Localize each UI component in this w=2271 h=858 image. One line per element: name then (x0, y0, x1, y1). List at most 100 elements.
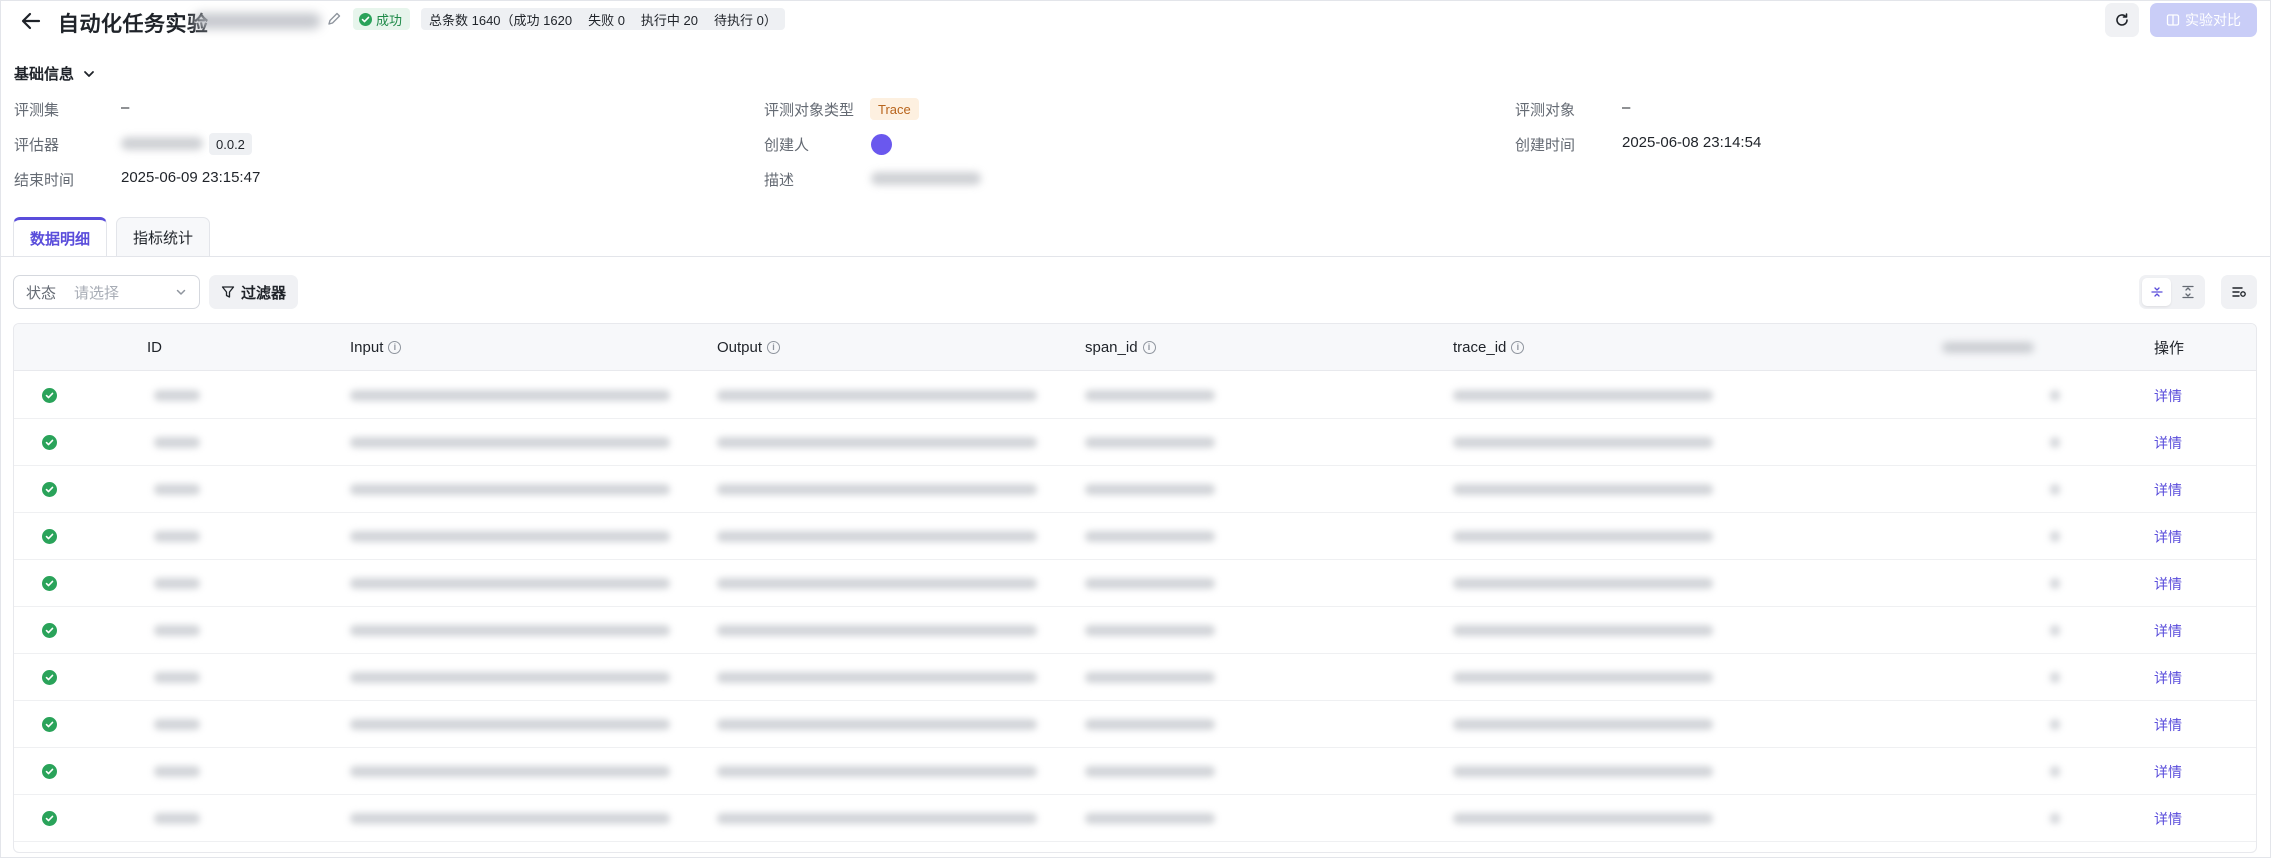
detail-link[interactable]: 详情 (2154, 762, 2182, 782)
table-row: 详情 (14, 372, 2256, 419)
detail-link[interactable]: 详情 (2154, 574, 2182, 594)
density-expand-icon (2181, 285, 2194, 299)
check-circle-icon (42, 670, 57, 685)
basic-info-toggle[interactable]: 基础信息 (14, 63, 96, 84)
table-row: 详情 (14, 466, 2256, 513)
detail-link[interactable]: 详情 (2154, 621, 2182, 641)
experiment-detail-page: 自动化任务实验 成功 总条数 1640（成功 1620 失败 0 执行中 20 … (0, 0, 2271, 858)
compare-icon (2166, 14, 2180, 26)
status-badge: 成功 (353, 8, 411, 30)
count-total: 总条数 1640（成功 1620 (429, 12, 573, 28)
info-icon[interactable]: i (388, 341, 402, 354)
info-icon[interactable]: i (1511, 341, 1525, 354)
redacted-id (154, 625, 200, 636)
check-circle-icon (42, 435, 57, 450)
redacted-value (2050, 390, 2060, 401)
table-row: 详情 (14, 607, 2256, 654)
redacted-input (350, 437, 670, 448)
compare-button[interactable]: 实验对比 (2150, 3, 2257, 37)
status-text: 成功 (376, 12, 403, 28)
detail-link[interactable]: 详情 (2154, 433, 2182, 453)
detail-link[interactable]: 详情 (2154, 527, 2182, 547)
dataset-label: 评测集 (14, 102, 60, 119)
redacted-input (350, 813, 670, 824)
status-select-placeholder: 请选择 (74, 284, 120, 302)
filter-button[interactable]: 过滤器 (209, 275, 299, 309)
tab-bar: 数据明细 指标统计 (13, 217, 211, 257)
redacted-value (2050, 672, 2060, 683)
status-select-label: 状态 (26, 284, 57, 302)
status-select[interactable]: 状态 请选择 (13, 275, 200, 309)
redacted-span-id (1085, 625, 1215, 636)
detail-link[interactable]: 详情 (2154, 668, 2182, 688)
density-toggle (2139, 275, 2205, 309)
detail-link[interactable]: 详情 (2154, 386, 2182, 406)
target-type-label: 评测对象类型 (764, 102, 855, 119)
edit-pencil-icon (328, 12, 341, 25)
redacted-value (2050, 437, 2060, 448)
check-circle-icon (42, 717, 57, 732)
redacted-span-id (1085, 578, 1215, 589)
check-circle-icon (42, 482, 57, 497)
detail-link[interactable]: 详情 (2154, 715, 2182, 735)
density-expand-button[interactable] (2173, 278, 2202, 306)
count-pending: 待执行 0） (714, 12, 777, 28)
refresh-button[interactable] (2105, 3, 2139, 37)
info-icon[interactable]: i (1142, 341, 1156, 354)
redacted-output (717, 484, 1037, 495)
back-arrow-icon (21, 12, 41, 30)
redacted-description (871, 172, 981, 185)
redacted-id (154, 484, 200, 495)
description-label: 描述 (764, 172, 795, 189)
density-compact-button[interactable] (2142, 278, 2171, 306)
redacted-input (350, 484, 670, 495)
table-row: 详情 (14, 701, 2256, 748)
redacted-trace-id (1453, 390, 1713, 401)
redacted-span-id (1085, 484, 1215, 495)
redacted-output (717, 578, 1037, 589)
redacted-id (154, 531, 200, 542)
column-settings-icon (2232, 287, 2246, 297)
filter-button-label: 过滤器 (241, 284, 287, 302)
evaluator-version-tag: 0.0.2 (209, 133, 252, 155)
redacted-value (2050, 625, 2060, 636)
redacted-value (2050, 484, 2060, 495)
refresh-icon (2116, 13, 2128, 26)
column-header-trace-id: trace_id i (1453, 324, 1525, 371)
check-circle-icon (42, 388, 57, 403)
chevron-down-icon (84, 70, 94, 77)
tab-metrics[interactable]: 指标统计 (116, 217, 211, 257)
redacted-output (717, 813, 1037, 824)
back-button[interactable] (18, 8, 44, 34)
redacted-value (2050, 531, 2060, 542)
redacted-trace-id (1453, 813, 1713, 824)
column-settings-button[interactable] (2221, 275, 2257, 309)
edit-title-button[interactable] (326, 11, 342, 27)
redacted-input (350, 719, 670, 730)
table-row: 详情 (14, 513, 2256, 560)
redacted-output (717, 672, 1037, 683)
creator-label: 创建人 (764, 137, 810, 154)
redacted-output (717, 531, 1037, 542)
target-type-tag: Trace (870, 98, 919, 120)
redacted-input (350, 531, 670, 542)
check-circle-icon (42, 529, 57, 544)
count-summary: 总条数 1640（成功 1620 失败 0 执行中 20 待执行 0） (421, 8, 785, 30)
compare-label: 实验对比 (2185, 12, 2241, 28)
target-label: 评测对象 (1515, 102, 1576, 119)
check-circle-icon (359, 12, 372, 26)
redacted-id (154, 578, 200, 589)
detail-link[interactable]: 详情 (2154, 480, 2182, 500)
detail-link[interactable]: 详情 (2154, 809, 2182, 829)
tab-data-detail[interactable]: 数据明细 (13, 217, 108, 257)
table-row: 详情 (14, 654, 2256, 701)
column-header-actions: 操作 (2154, 340, 2185, 357)
redacted-input (350, 672, 670, 683)
check-circle-icon (42, 764, 57, 779)
target-value: – (1622, 99, 1631, 116)
redacted-value (2050, 813, 2060, 824)
table-row: 详情 (14, 419, 2256, 466)
info-icon[interactable]: i (767, 341, 781, 354)
redacted-input (350, 625, 670, 636)
avatar (871, 134, 892, 155)
